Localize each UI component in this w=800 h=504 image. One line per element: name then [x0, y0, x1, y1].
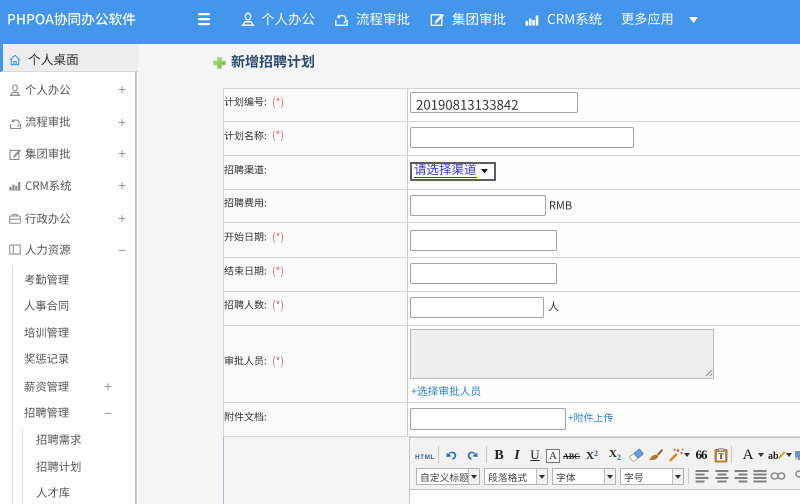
svg-text:T: T: [718, 452, 724, 461]
svg-text:ab: ab: [768, 451, 779, 462]
